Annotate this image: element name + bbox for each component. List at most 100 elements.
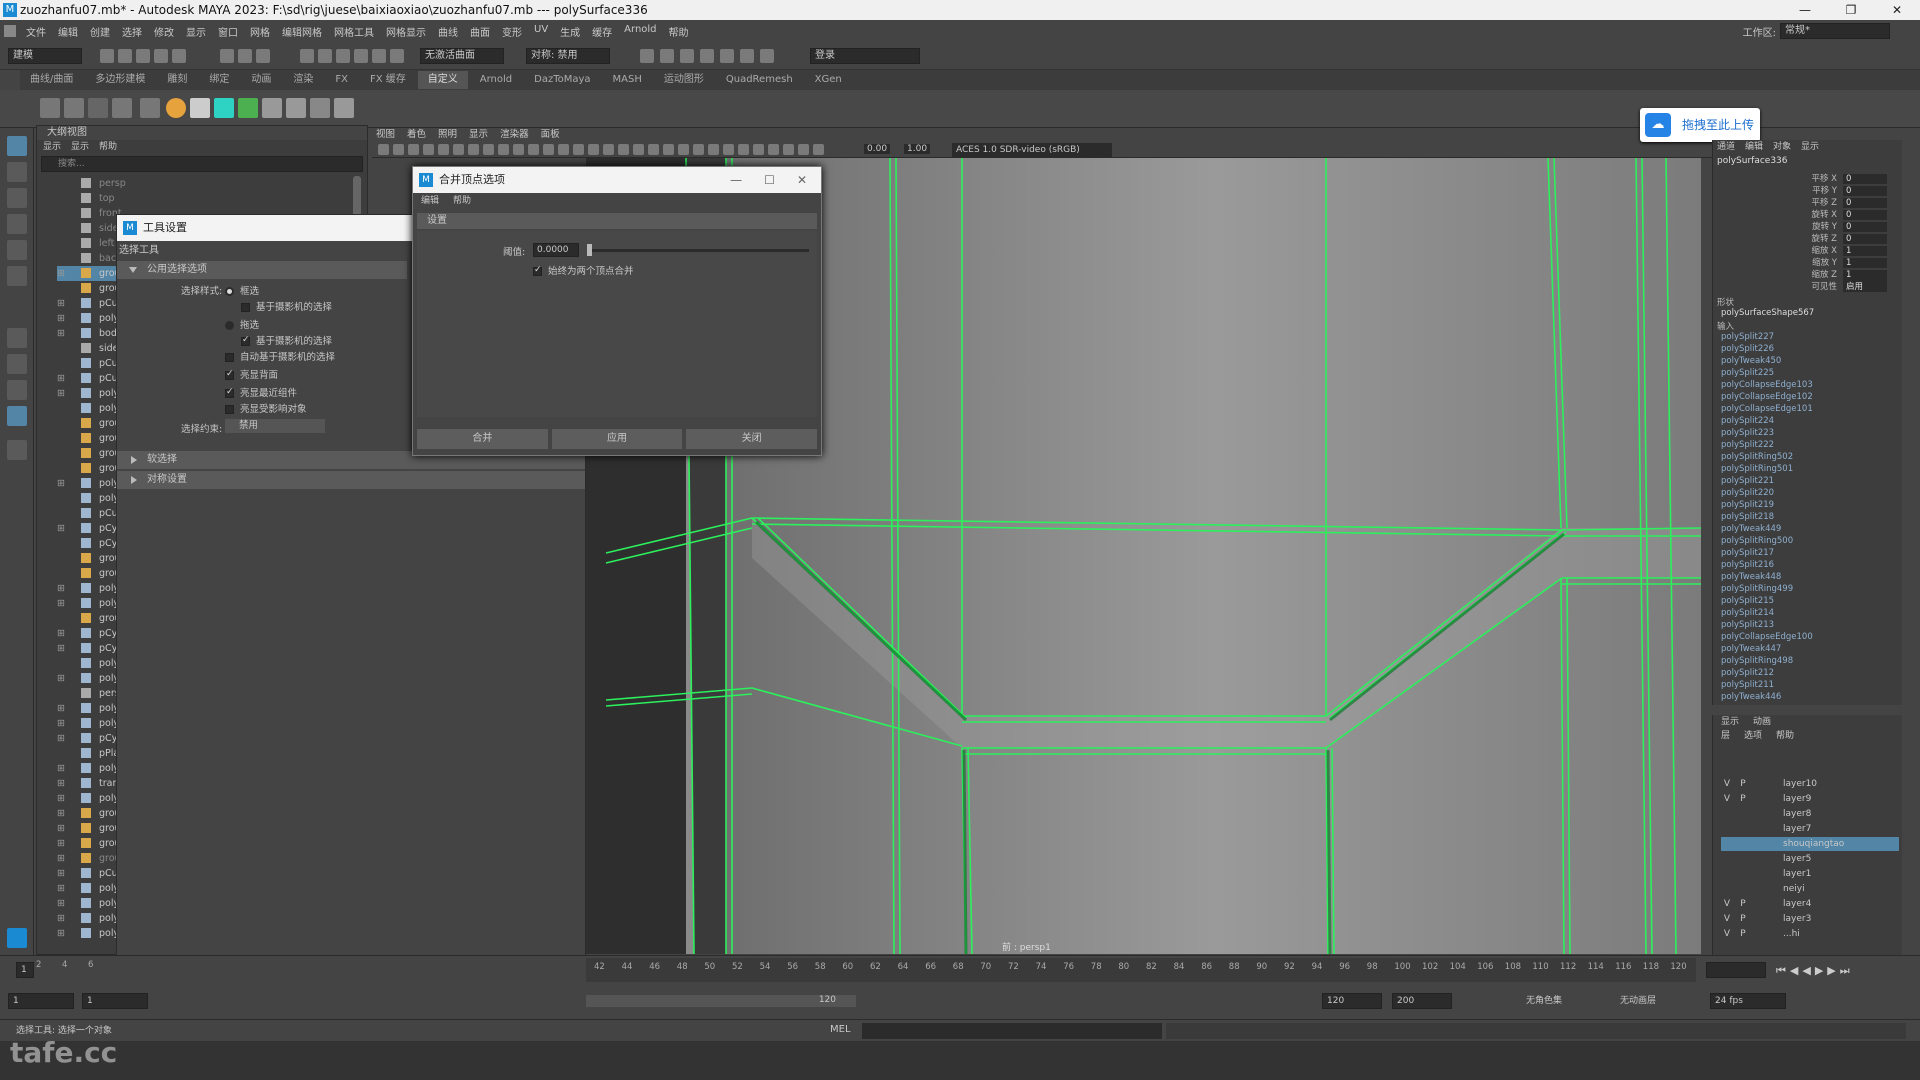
channel-menu-item[interactable]: 通道 bbox=[1717, 140, 1735, 154]
viewport-menu-item[interactable]: 面板 bbox=[541, 128, 560, 142]
history-node[interactable]: polySplit216 bbox=[1721, 560, 1774, 570]
menu-item[interactable]: 文件 bbox=[26, 24, 46, 39]
history-node[interactable]: polySplit224 bbox=[1721, 416, 1774, 426]
history-node[interactable]: polySplit219 bbox=[1721, 500, 1774, 510]
status-tool-icon[interactable] bbox=[680, 49, 694, 63]
channel-menu-item[interactable]: 对象 bbox=[1773, 140, 1791, 154]
viewport-tool-icon[interactable] bbox=[588, 144, 599, 155]
layout-four-icon[interactable] bbox=[7, 354, 27, 374]
viewport-tool-icon[interactable] bbox=[753, 144, 764, 155]
shelf-tool-icon[interactable] bbox=[40, 98, 60, 118]
minimize-button[interactable]: — bbox=[1782, 0, 1828, 20]
history-node[interactable]: polyCollapseEdge102 bbox=[1721, 392, 1813, 402]
expand-icon[interactable]: ⊞ bbox=[57, 671, 65, 686]
channel-attr-value[interactable]: 0 bbox=[1843, 210, 1887, 220]
viewport-tool-icon[interactable] bbox=[678, 144, 689, 155]
expand-icon[interactable]: ⊞ bbox=[57, 821, 65, 836]
viewport-tool-icon[interactable] bbox=[603, 144, 614, 155]
expand-icon[interactable]: ⊞ bbox=[57, 791, 65, 806]
channel-attr-value[interactable]: 0 bbox=[1843, 186, 1887, 196]
expand-icon[interactable]: ⊞ bbox=[57, 806, 65, 821]
expand-icon[interactable]: ⊞ bbox=[57, 701, 65, 716]
expand-icon[interactable]: ⊞ bbox=[57, 641, 65, 656]
paint-select-icon[interactable] bbox=[7, 188, 27, 208]
channel-attribute[interactable]: 缩放 Z 1 bbox=[1801, 268, 1887, 280]
history-node[interactable]: polySplit218 bbox=[1721, 512, 1774, 522]
viewport-tool-icon[interactable] bbox=[498, 144, 509, 155]
expand-icon[interactable]: ⊞ bbox=[57, 296, 65, 311]
expand-icon[interactable]: ⊞ bbox=[57, 836, 65, 851]
channel-attribute[interactable]: 旋转 Z 0 bbox=[1801, 232, 1887, 244]
merge-menu-edit[interactable]: 编辑 bbox=[421, 193, 439, 209]
channel-attr-value[interactable]: 0 bbox=[1843, 174, 1887, 184]
expand-icon[interactable]: ⊞ bbox=[57, 896, 65, 911]
history-node[interactable]: polySplitRing500 bbox=[1721, 536, 1793, 546]
status-tool-icon[interactable] bbox=[740, 49, 754, 63]
expand-icon[interactable]: ⊞ bbox=[57, 866, 65, 881]
end-time-field[interactable]: 200 bbox=[1392, 993, 1452, 1009]
shelf-tool-icon[interactable] bbox=[310, 98, 330, 118]
menu-item[interactable]: 选择 bbox=[122, 24, 142, 39]
viewport-tool-icon[interactable] bbox=[513, 144, 524, 155]
shelf-tab[interactable]: 渲染 bbox=[283, 71, 323, 89]
time-ruler[interactable]: 42 44 46 48 50 52 54 56 58 60 62 64 66 68 70 72 74 76 78 80… bbox=[586, 958, 1696, 982]
viewport-tool-icon[interactable] bbox=[783, 144, 794, 155]
symmetry-frame[interactable]: 对称设置 bbox=[117, 471, 585, 489]
login-dropdown[interactable]: 登录 bbox=[810, 48, 920, 64]
layout-two-icon[interactable] bbox=[7, 380, 27, 400]
lasso-tool-icon[interactable] bbox=[7, 162, 27, 182]
layer-visibility-toggle[interactable]: V bbox=[1721, 927, 1733, 941]
shelf-tool-icon[interactable] bbox=[262, 98, 282, 118]
layer-visibility-toggle[interactable]: V bbox=[1721, 897, 1733, 911]
menu-item[interactable]: 编辑网格 bbox=[282, 24, 322, 39]
layer-row[interactable]: V P ...hi bbox=[1721, 927, 1899, 941]
workspace-dropdown[interactable]: 常规* bbox=[1780, 23, 1890, 39]
layer-menu-item[interactable]: 层 bbox=[1721, 729, 1730, 743]
status-tool-icon[interactable] bbox=[354, 49, 368, 63]
history-node[interactable]: polySplit222 bbox=[1721, 440, 1774, 450]
channel-menu-item[interactable]: 显示 bbox=[1801, 140, 1819, 154]
shelf-tool-icon[interactable] bbox=[190, 98, 210, 118]
viewport-tool-icon[interactable] bbox=[378, 144, 389, 155]
layer-playback-toggle[interactable]: P bbox=[1737, 792, 1749, 806]
expand-icon[interactable]: ⊞ bbox=[57, 761, 65, 776]
viewport-tool-icon[interactable] bbox=[423, 144, 434, 155]
shape-name[interactable]: polySurfaceShape567 bbox=[1721, 308, 1814, 318]
viewport-tool-icon[interactable] bbox=[468, 144, 479, 155]
viewport-tool-icon[interactable] bbox=[633, 144, 644, 155]
status-tool-icon[interactable] bbox=[256, 49, 270, 63]
layer-menu-item[interactable]: 帮助 bbox=[1776, 729, 1794, 743]
tab-display-layers[interactable]: 显示 bbox=[1721, 715, 1739, 729]
start-time-field[interactable]: 1 bbox=[8, 993, 74, 1009]
menu-item[interactable]: 创建 bbox=[90, 24, 110, 39]
history-node[interactable]: polyCollapseEdge101 bbox=[1721, 404, 1813, 414]
shelf-tab[interactable]: Arnold bbox=[470, 71, 522, 89]
history-node[interactable]: polySplit225 bbox=[1721, 368, 1774, 378]
shelf-tab[interactable]: 自定义 bbox=[417, 71, 468, 89]
current-time-field[interactable] bbox=[1706, 962, 1766, 978]
menu-set-dropdown[interactable]: 建模 bbox=[8, 48, 82, 64]
viewport-menu-item[interactable]: 照明 bbox=[438, 128, 457, 142]
outliner-row[interactable]: persp bbox=[57, 176, 157, 191]
outliner-scrollbar[interactable] bbox=[353, 176, 361, 216]
apply-button[interactable]: 应用 bbox=[551, 429, 683, 449]
viewport-tool-icon[interactable] bbox=[438, 144, 449, 155]
menu-item[interactable]: 修改 bbox=[154, 24, 174, 39]
highlight-back-checkbox[interactable]: 亮显背面 bbox=[225, 367, 278, 381]
status-tool-icon[interactable] bbox=[118, 49, 132, 63]
auto-camera-checkbox[interactable]: 自动基于摄影机的选择 bbox=[225, 349, 335, 363]
magnify-icon[interactable] bbox=[7, 440, 27, 460]
status-tool-icon[interactable] bbox=[660, 49, 674, 63]
status-tool-icon[interactable] bbox=[700, 49, 714, 63]
history-node[interactable]: polySplit212 bbox=[1721, 668, 1774, 678]
history-node[interactable]: polyTweak447 bbox=[1721, 644, 1781, 654]
colorspace-dropdown[interactable]: ACES 1.0 SDR-video (sRGB) bbox=[952, 143, 1112, 157]
threshold-slider-knob[interactable] bbox=[587, 244, 592, 256]
history-node[interactable]: polySplit214 bbox=[1721, 608, 1774, 618]
close-dialog-button[interactable]: 关闭 bbox=[686, 429, 818, 449]
viewport-menu-item[interactable]: 渲染器 bbox=[500, 128, 529, 142]
layer-playback-toggle[interactable]: P bbox=[1737, 927, 1749, 941]
exposure-field[interactable]: 0.00 bbox=[864, 144, 891, 154]
menu-item[interactable]: 变形 bbox=[502, 24, 522, 39]
viewport-menu-item[interactable]: 着色 bbox=[407, 128, 426, 142]
